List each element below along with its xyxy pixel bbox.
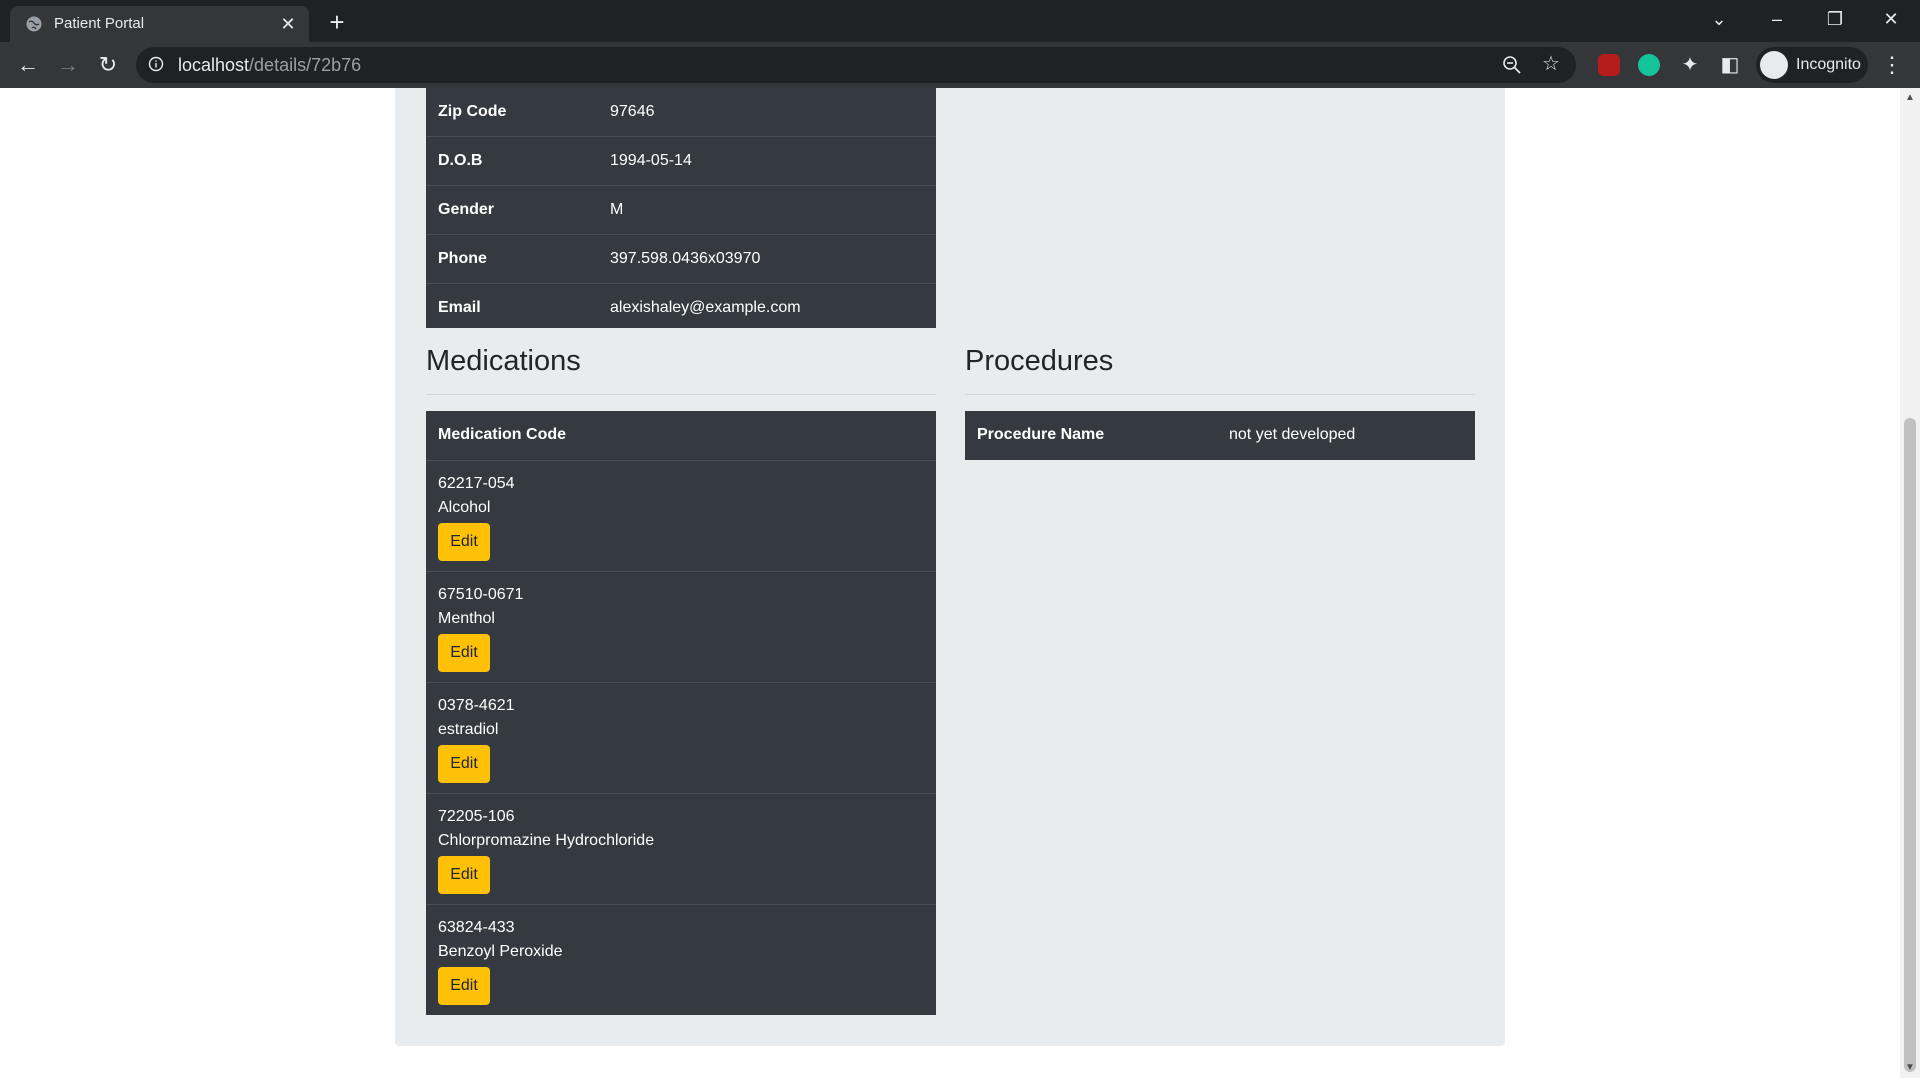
medication-code: 0378-4621 <box>438 697 515 714</box>
scrollbar-thumb[interactable] <box>1904 418 1916 1072</box>
column-header: Medication Code <box>438 426 567 443</box>
kebab-icon[interactable]: ⋮ <box>1880 49 1904 81</box>
zoom-icon[interactable] <box>1502 55 1522 75</box>
info-value: M <box>610 201 624 218</box>
medication-name: Benzoyl Peroxide <box>438 943 563 960</box>
grammarly-icon[interactable] <box>1638 54 1660 76</box>
tab-strip: Patient Portal ✕ + ⌄ – ❐ ✕ <box>0 0 1920 42</box>
restore-icon[interactable]: ❐ <box>1806 0 1864 38</box>
edit-button[interactable]: Edit <box>438 745 490 783</box>
scroll-down-arrow[interactable]: ▼ <box>1900 1060 1920 1076</box>
procedures-table: Procedure Name not yet developed <box>965 411 1475 460</box>
procedures-row: Procedure Name not yet developed <box>965 411 1475 460</box>
incognito-icon <box>1760 51 1788 79</box>
star-icon[interactable]: ☆ <box>1540 53 1562 75</box>
forward-icon[interactable]: → <box>52 49 84 81</box>
url-path: /details/72b76 <box>249 55 362 75</box>
close-icon[interactable]: ✕ <box>277 13 299 35</box>
chevron-down-icon[interactable]: ⌄ <box>1690 0 1748 38</box>
puzzle-icon[interactable]: ✦ <box>1674 49 1706 81</box>
column-header: Procedure Name <box>977 426 1105 443</box>
reload-icon[interactable]: ↻ <box>92 49 124 81</box>
minimize-icon[interactable]: – <box>1748 0 1806 38</box>
info-row-dob: D.O.B 1994-05-14 <box>426 136 936 185</box>
medication-row: 67510-0671 Menthol Edit <box>426 571 936 682</box>
tab-title: Patient Portal <box>54 15 145 32</box>
medications-header-row: Medication Code <box>426 411 936 460</box>
edit-button[interactable]: Edit <box>438 967 490 1005</box>
medication-name: Chlorpromazine Hydrochloride <box>438 832 655 849</box>
url-text: localhost/details/72b76 <box>178 56 361 74</box>
info-value: 397.598.0436x03970 <box>610 250 761 267</box>
medication-name: Alcohol <box>438 499 491 516</box>
medication-name: Menthol <box>438 610 495 627</box>
edit-button[interactable]: Edit <box>438 856 490 894</box>
patient-info-table: Zip Code 97646 D.O.B 1994-05-14 Gender M… <box>426 88 936 328</box>
tab-patient-portal[interactable]: Patient Portal ✕ <box>10 6 309 42</box>
back-icon[interactable]: ← <box>12 49 44 81</box>
page-viewport: Zip Code 97646 D.O.B 1994-05-14 Gender M… <box>0 88 1900 1078</box>
medication-row: 63824-433 Benzoyl Peroxide Edit <box>426 904 936 1015</box>
procedure-value: not yet developed <box>1229 426 1356 443</box>
info-label: Phone <box>438 250 487 267</box>
info-icon[interactable] <box>148 56 164 72</box>
info-label: D.O.B <box>438 152 483 169</box>
browser-chrome: Patient Portal ✕ + ⌄ – ❐ ✕ ← → ↻ localho… <box>0 0 1920 88</box>
address-bar[interactable]: localhost/details/72b76 ☆ <box>136 47 1576 83</box>
plus-icon[interactable]: + <box>322 8 352 38</box>
info-row-zip: Zip Code 97646 <box>426 88 936 137</box>
info-value: 1994-05-14 <box>610 152 692 169</box>
ublock-icon[interactable] <box>1598 54 1620 76</box>
sidepanel-icon[interactable]: ◧ <box>1714 49 1746 81</box>
scroll-up-arrow[interactable]: ▲ <box>1900 90 1920 106</box>
edit-button[interactable]: Edit <box>438 523 490 561</box>
info-label: Email <box>438 299 481 316</box>
medications-heading: Medications <box>426 345 581 377</box>
medications-divider <box>426 394 936 395</box>
info-value: alexishaley@example.com <box>610 299 801 316</box>
medications-table: Medication Code 62217-054 Alcohol Edit 6… <box>426 411 936 1015</box>
medication-row: 62217-054 Alcohol Edit <box>426 460 936 571</box>
info-label: Zip Code <box>438 103 507 120</box>
medication-name: estradiol <box>438 721 499 738</box>
medication-code: 72205-106 <box>438 808 515 825</box>
procedures-divider <box>965 394 1475 395</box>
globe-icon <box>26 16 42 32</box>
info-row-phone: Phone 397.598.0436x03970 <box>426 234 936 283</box>
procedures-heading: Procedures <box>965 345 1114 377</box>
medication-code: 67510-0671 <box>438 586 524 603</box>
medication-row: 72205-106 Chlorpromazine Hydrochloride E… <box>426 793 936 904</box>
url-host: localhost <box>178 55 250 75</box>
medication-code: 63824-433 <box>438 919 515 936</box>
main-container: Zip Code 97646 D.O.B 1994-05-14 Gender M… <box>395 88 1505 1046</box>
profile-label: Incognito <box>1796 56 1861 73</box>
info-row-gender: Gender M <box>426 185 936 234</box>
profile-button[interactable]: Incognito <box>1756 47 1868 83</box>
browser-toolbar: ← → ↻ localhost/details/72b76 ☆ ✦ ◧ Inco… <box>0 42 1920 88</box>
page-scrollbar[interactable]: ▲ ▼ <box>1900 88 1920 1078</box>
medication-code: 62217-054 <box>438 475 515 492</box>
info-label: Gender <box>438 201 495 218</box>
info-value: 97646 <box>610 103 655 120</box>
edit-button[interactable]: Edit <box>438 634 490 672</box>
close-window-icon[interactable]: ✕ <box>1862 0 1920 38</box>
medication-row: 0378-4621 estradiol Edit <box>426 682 936 793</box>
info-row-email: Email alexishaley@example.com <box>426 283 936 332</box>
